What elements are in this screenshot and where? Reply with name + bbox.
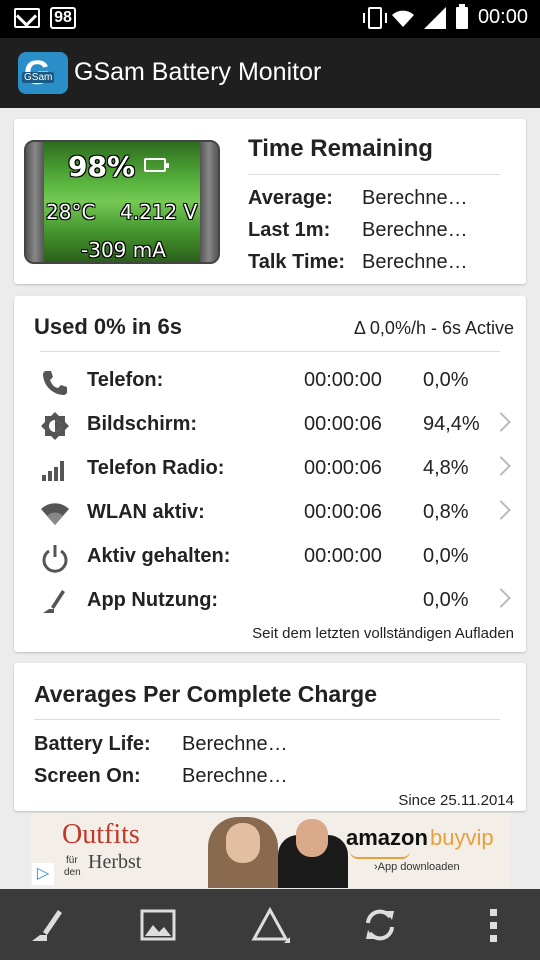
- mail-icon: [14, 8, 40, 28]
- row-value: Berechne…: [182, 733, 288, 755]
- usage-percent: 0,0%: [423, 545, 469, 567]
- status-bar: 98 00:00: [0, 0, 540, 38]
- notification-count-badge: 98: [50, 7, 76, 29]
- wifi-icon: [41, 503, 69, 525]
- usage-label: Aktiv gehalten:: [87, 545, 231, 567]
- chevron-right-icon[interactable]: [491, 500, 511, 520]
- ad-buyvip-text: buyvip: [430, 825, 494, 850]
- ad-amazon-text: amazon: [346, 825, 428, 850]
- more-vert-icon[interactable]: [474, 905, 514, 945]
- row-label: Screen On:: [34, 765, 141, 787]
- chevron-right-icon[interactable]: [491, 588, 511, 608]
- row-value: Berechne…: [362, 219, 468, 241]
- bottom-action-bar: [0, 889, 540, 960]
- app-logo[interactable]: G GSam: [18, 52, 68, 94]
- averages-screen-on: Screen On: Berechne…: [34, 765, 288, 788]
- ad-herbst-text: Herbst: [88, 851, 142, 873]
- time-remaining-last1m: Last 1m: Berechne…: [248, 219, 468, 242]
- usage-time: 00:00:06: [304, 413, 382, 435]
- divider: [40, 351, 500, 352]
- usage-percent: 0,0%: [423, 589, 469, 611]
- battery-small-icon: [144, 158, 169, 172]
- row-label: Talk Time:: [248, 251, 346, 273]
- time-remaining-title: Time Remaining: [248, 135, 433, 162]
- chevron-right-icon[interactable]: [491, 456, 511, 476]
- time-remaining-average: Average: Berechne…: [248, 187, 468, 210]
- usage-time: 00:00:06: [304, 501, 382, 523]
- battery-current: -309 mA: [81, 238, 166, 262]
- row-value: Berechne…: [182, 765, 288, 787]
- usage-label: Telefon:: [87, 369, 164, 391]
- averages-title: Averages Per Complete Charge: [34, 681, 378, 707]
- time-remaining-talk-time: Talk Time: Berechne…: [248, 251, 468, 274]
- ad-download-link[interactable]: ›App downloaden: [374, 861, 460, 873]
- row-value: Berechne…: [362, 251, 468, 273]
- row-label: Last 1m:: [248, 219, 331, 241]
- battery-icon: [455, 3, 468, 29]
- usage-label: App Nutzung:: [87, 589, 219, 611]
- power-icon: [42, 545, 68, 573]
- ad-image: [188, 813, 358, 888]
- row-label: Battery Life:: [34, 733, 151, 755]
- usage-row-app-nutzung[interactable]: App Nutzung: 0,0%: [14, 579, 526, 623]
- usage-row-wlan[interactable]: WLAN aktiv: 00:00:06 0,8%: [14, 491, 526, 535]
- usage-time: 00:00:06: [304, 457, 382, 479]
- delta-icon[interactable]: [250, 905, 290, 945]
- usage-row-aktiv-gehalten: Aktiv gehalten: 00:00:00 0,0%: [14, 535, 526, 579]
- ad-fur-text: für: [66, 855, 78, 866]
- usage-title: Used 0% in 6s: [34, 314, 182, 339]
- vibrate-icon: [362, 6, 387, 29]
- usage-row-telefon: Telefon: 00:00:00 0,0%: [14, 359, 526, 403]
- usage-percent: 4,8%: [423, 457, 469, 479]
- averages-footer: Since 25.11.2014: [398, 792, 514, 809]
- averages-battery-life: Battery Life: Berechne…: [34, 733, 288, 756]
- usage-time: 00:00:00: [304, 369, 382, 391]
- phone-icon: [43, 371, 67, 395]
- app-usage-icon[interactable]: [28, 905, 68, 945]
- battery-percent: 98%: [68, 150, 136, 183]
- ad-banner[interactable]: Outfits für Herbst den amazon buyvip ›Ap…: [30, 813, 510, 888]
- ad-outfits-text: Outfits: [62, 819, 140, 850]
- usage-summary: Δ 0,0%/h - 6s Active: [353, 318, 514, 338]
- usage-label: Telefon Radio:: [87, 457, 225, 479]
- usage-label: WLAN aktiv:: [87, 501, 205, 523]
- wifi-icon: [391, 10, 414, 27]
- usage-row-telefon-radio[interactable]: Telefon Radio: 00:00:06 4,8%: [14, 447, 526, 491]
- battery-voltage: 4.212 V: [120, 200, 198, 224]
- row-value: Berechne…: [362, 187, 468, 209]
- ad-den-text: den: [64, 867, 81, 878]
- app-bar: G GSam GSam Battery Monitor: [0, 38, 540, 108]
- usage-footer: Seit dem letzten vollständigen Aufladen: [252, 625, 514, 642]
- signal-icon: [423, 6, 446, 29]
- image-icon[interactable]: [138, 905, 178, 945]
- usage-label: Bildschirm:: [87, 413, 198, 435]
- refresh-icon[interactable]: [360, 905, 400, 945]
- divider: [34, 719, 500, 720]
- app-title: GSam Battery Monitor: [74, 58, 322, 86]
- signal-bars-icon: [42, 461, 64, 481]
- battery-temperature: 28°C: [46, 200, 96, 224]
- averages-card: Averages Per Complete Charge Battery Lif…: [14, 663, 526, 811]
- battery-summary-card: 98% 28°C 4.212 V -309 mA Time Remaining …: [14, 119, 526, 284]
- usage-row-bildschirm[interactable]: Bildschirm: 00:00:06 94,4%: [14, 403, 526, 447]
- status-time: 00:00: [477, 6, 528, 28]
- chevron-right-icon[interactable]: [491, 412, 511, 432]
- usage-percent: 0,8%: [423, 501, 469, 523]
- usage-card: Used 0% in 6s Δ 0,0%/h - 6s Active Telef…: [14, 296, 526, 652]
- amazon-smile-icon: [350, 851, 410, 859]
- battery-graphic[interactable]: 98% 28°C 4.212 V -309 mA: [24, 140, 220, 264]
- row-label: Average:: [248, 187, 333, 209]
- usage-time: 00:00:00: [304, 545, 382, 567]
- adchoices-icon[interactable]: ▷: [32, 863, 54, 885]
- usage-percent: 0,0%: [423, 369, 469, 391]
- divider: [248, 174, 500, 175]
- app-logo-text: GSam: [22, 72, 55, 83]
- usage-percent: 94,4%: [423, 413, 480, 435]
- brightness-icon: [41, 412, 69, 440]
- app-usage-icon: [43, 590, 65, 613]
